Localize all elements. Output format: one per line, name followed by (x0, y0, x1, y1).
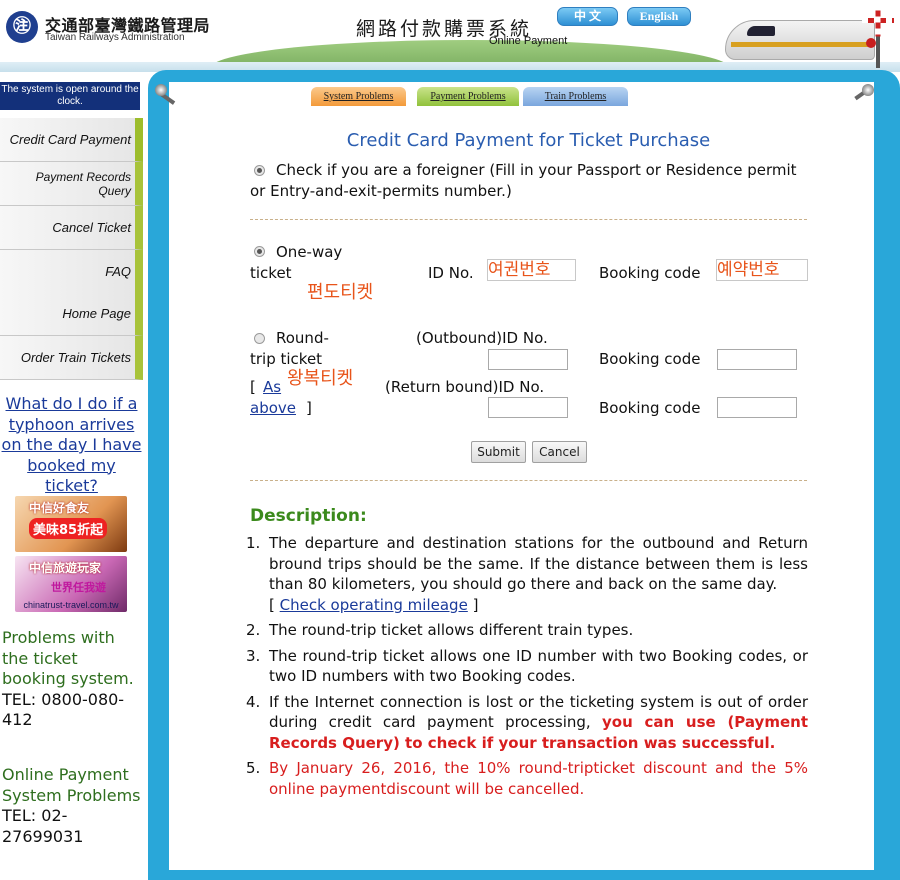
ad-url: chinatrust-travel.com.tw (23, 600, 119, 610)
description-item-text: The round-trip ticket allows different t… (269, 621, 634, 639)
bracket-close: ] (472, 595, 479, 614)
ad-title: 中信好食友 (29, 501, 90, 515)
bracket-open: [ (269, 595, 275, 614)
return-id-label: (Return bound)ID No. (385, 378, 545, 396)
train-stripe (731, 42, 871, 47)
list-number: 1. (246, 534, 261, 552)
return-id-input[interactable] (488, 397, 568, 418)
list-number: 3. (246, 646, 261, 665)
round-trip-ticket-label: Round-trip ticket (250, 329, 329, 368)
tab-train-problems[interactable]: Train Problems (523, 87, 628, 106)
outbound-id-label: (Outbound)ID No. (416, 329, 548, 347)
header: ㊟ 交通部臺灣鐵路管理局 Taiwan Railways Administrat… (0, 0, 900, 72)
list-item: 2. The round-trip ticket allows differen… (246, 620, 808, 641)
description-list: 1. The departure and destination station… (246, 533, 808, 804)
description-item-text: The departure and destination stations f… (269, 534, 808, 593)
outbound-id-input[interactable] (488, 349, 568, 370)
outbound-booking-code-input[interactable] (717, 349, 797, 370)
description-item-text: The round-trip ticket allows one ID numb… (269, 646, 808, 686)
nav-faq[interactable]: FAQ (0, 250, 143, 294)
ticket-problems-contact: Problems with the ticket booking system.… (2, 628, 142, 731)
train-body (725, 20, 875, 60)
one-way-booking-code-input[interactable]: 예약번호 (716, 259, 808, 281)
divider (250, 480, 807, 481)
ad-banner-food[interactable]: 中信好食友 美味85折起 (15, 496, 127, 552)
return-booking-code-input[interactable] (717, 397, 797, 418)
typhoon-faq-link[interactable]: What do I do if a typhoon arrives on the… (0, 394, 143, 497)
description-title: Description: (250, 506, 367, 526)
check-mileage-link[interactable]: Check operating mileage (280, 596, 468, 614)
foreigner-label: Check if you are a foreigner (Fill in yo… (250, 161, 797, 200)
crossing-lamp (866, 38, 876, 48)
list-item: 4. If the Internet connection is lost or… (246, 692, 808, 754)
ad-banner-travel[interactable]: 中信旅遊玩家 世界任我遊 chinatrust-travel.com.tw (15, 556, 127, 612)
nav-home-page[interactable]: Home Page (0, 292, 143, 336)
list-item: 5. By January 26, 2016, the 10% round-tr… (246, 758, 808, 799)
list-number: 4. (246, 692, 261, 711)
cancel-button[interactable]: Cancel (532, 441, 587, 463)
one-way-id-input[interactable]: 여권번호 (487, 259, 576, 281)
one-way-ticket-label: One-way ticket (250, 243, 343, 282)
return-booking-code-label: Booking code (599, 399, 701, 417)
lang-english-button[interactable]: English (627, 7, 691, 26)
tra-logo-icon: ㊟ (6, 11, 38, 43)
submit-button[interactable]: Submit (471, 441, 526, 463)
list-item: 3. The round-trip ticket allows one ID n… (246, 646, 808, 687)
round-trip-annotation: 왕복티켓 (287, 368, 354, 389)
list-item: 1. The departure and destination station… (246, 533, 808, 615)
tab-payment-problems[interactable]: Payment Problems (417, 87, 519, 106)
pushpin-icon (155, 84, 181, 110)
divider (250, 219, 807, 220)
railway-crossing-icon (858, 4, 898, 68)
pushpin-icon (850, 84, 876, 110)
nav-credit-card-payment[interactable]: Credit Card Payment (0, 118, 143, 162)
ad-subtitle: 世界任我遊 (51, 581, 106, 594)
bracket-close: ] (306, 399, 312, 417)
payment-problems-contact: Online Payment System Problems TEL: 02-2… (2, 765, 142, 847)
system-title-en: Online Payment (489, 35, 568, 47)
list-number: 2. (246, 621, 261, 639)
content-top (169, 82, 874, 110)
ad-subtitle: 美味85折起 (29, 518, 108, 539)
sidebar: The system is open around the clock. Cre… (0, 82, 143, 880)
train-window (747, 26, 775, 36)
agency-name-en: Taiwan Railways Administration (45, 32, 185, 43)
ticket-problems-tel: TEL: 0800-080-412 (2, 689, 125, 730)
lang-chinese-button[interactable]: 中 文 (557, 7, 618, 26)
nav-order-train-tickets[interactable]: Order Train Tickets (0, 336, 143, 380)
payment-problems-text: Online Payment System Problems (2, 765, 141, 805)
outbound-booking-code-label: Booking code (599, 350, 701, 368)
description-notice-text: By January 26, 2016, the 10% round-tript… (269, 759, 808, 798)
tab-system-problems[interactable]: System Problems (311, 87, 406, 106)
one-way-annotation: 편도티켓 (307, 282, 374, 303)
train-image (705, 16, 875, 68)
booking-code-label: Booking code (599, 264, 701, 282)
form-title: Credit Card Payment for Ticket Purchase (346, 130, 711, 151)
crossing-bar (875, 4, 881, 37)
list-number: 5. (246, 759, 261, 777)
nav-cancel-ticket[interactable]: Cancel Ticket (0, 206, 143, 250)
system-notice: The system is open around the clock. (0, 82, 140, 110)
payment-problems-tel: TEL: 02-27699031 (2, 806, 84, 846)
id-no-label: ID No. (428, 264, 474, 282)
ad-title: 中信旅遊玩家 (29, 561, 102, 575)
ticket-problems-text: Problems with the ticket booking system. (2, 628, 134, 688)
nav-payment-records-query[interactable]: Payment Records Query (0, 162, 143, 206)
